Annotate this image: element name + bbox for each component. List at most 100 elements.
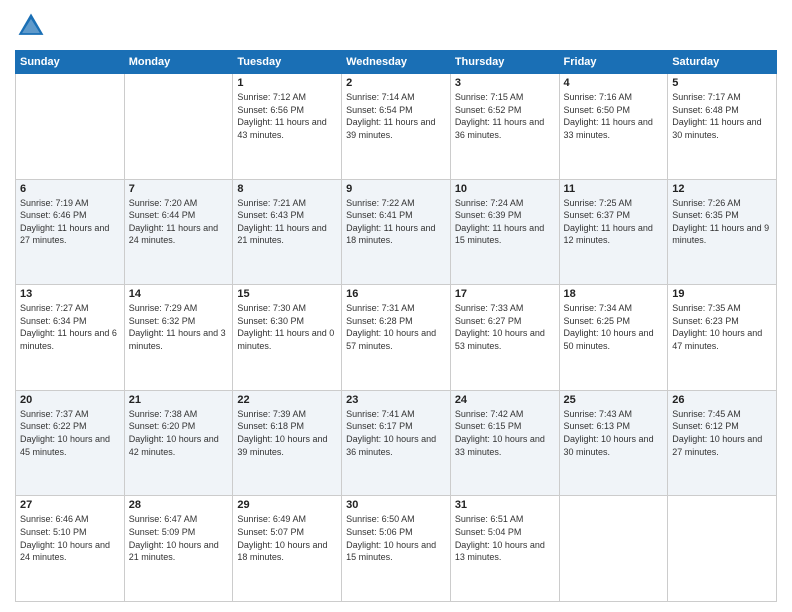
day-number: 14: [129, 288, 229, 300]
day-number: 31: [455, 499, 555, 511]
calendar-cell: 7 Sunrise: 7:20 AM Sunset: 6:44 PM Daylig…: [124, 179, 233, 285]
logo-icon: [15, 10, 47, 42]
day-info: Sunrise: 7:37 AM Sunset: 6:22 PM Dayligh…: [20, 408, 120, 458]
day-info: Sunrise: 7:33 AM Sunset: 6:27 PM Dayligh…: [455, 302, 555, 352]
day-number: 17: [455, 288, 555, 300]
day-info: Sunrise: 7:22 AM Sunset: 6:41 PM Dayligh…: [346, 197, 446, 247]
calendar-cell: 6 Sunrise: 7:19 AM Sunset: 6:46 PM Daylig…: [16, 179, 125, 285]
calendar-cell: [668, 496, 777, 602]
calendar-cell: 27 Sunrise: 6:46 AM Sunset: 5:10 PM Dayli…: [16, 496, 125, 602]
calendar-cell: 18 Sunrise: 7:34 AM Sunset: 6:25 PM Dayli…: [559, 285, 668, 391]
day-info: Sunrise: 7:16 AM Sunset: 6:50 PM Dayligh…: [564, 91, 664, 141]
calendar-cell: 29 Sunrise: 6:49 AM Sunset: 5:07 PM Dayli…: [233, 496, 342, 602]
calendar-cell: 21 Sunrise: 7:38 AM Sunset: 6:20 PM Dayli…: [124, 390, 233, 496]
calendar-cell: 24 Sunrise: 7:42 AM Sunset: 6:15 PM Dayli…: [450, 390, 559, 496]
day-info: Sunrise: 7:25 AM Sunset: 6:37 PM Dayligh…: [564, 197, 664, 247]
day-number: 29: [237, 499, 337, 511]
day-info: Sunrise: 7:15 AM Sunset: 6:52 PM Dayligh…: [455, 91, 555, 141]
day-number: 13: [20, 288, 120, 300]
day-number: 28: [129, 499, 229, 511]
calendar-cell: 31 Sunrise: 6:51 AM Sunset: 5:04 PM Dayli…: [450, 496, 559, 602]
calendar-cell: [16, 74, 125, 180]
calendar-cell: 17 Sunrise: 7:33 AM Sunset: 6:27 PM Dayli…: [450, 285, 559, 391]
day-info: Sunrise: 7:31 AM Sunset: 6:28 PM Dayligh…: [346, 302, 446, 352]
day-number: 24: [455, 394, 555, 406]
day-number: 11: [564, 183, 664, 195]
day-info: Sunrise: 6:47 AM Sunset: 5:09 PM Dayligh…: [129, 513, 229, 563]
weekday-header: Monday: [124, 51, 233, 74]
day-number: 7: [129, 183, 229, 195]
day-number: 6: [20, 183, 120, 195]
calendar-cell: 4 Sunrise: 7:16 AM Sunset: 6:50 PM Daylig…: [559, 74, 668, 180]
weekday-header: Friday: [559, 51, 668, 74]
day-info: Sunrise: 7:29 AM Sunset: 6:32 PM Dayligh…: [129, 302, 229, 352]
calendar-cell: 23Sunrise: 7:41 AM Sunset: 6:17 PM Dayli…: [342, 390, 451, 496]
calendar-week-row: 20Sunrise: 7:37 AM Sunset: 6:22 PM Dayli…: [16, 390, 777, 496]
day-info: Sunrise: 7:45 AM Sunset: 6:12 PM Dayligh…: [672, 408, 772, 458]
day-number: 21: [129, 394, 229, 406]
day-info: Sunrise: 7:34 AM Sunset: 6:25 PM Dayligh…: [564, 302, 664, 352]
day-number: 26: [672, 394, 772, 406]
day-info: Sunrise: 7:19 AM Sunset: 6:46 PM Dayligh…: [20, 197, 120, 247]
calendar-cell: 15 Sunrise: 7:30 AM Sunset: 6:30 PM Dayli…: [233, 285, 342, 391]
day-info: Sunrise: 6:50 AM Sunset: 5:06 PM Dayligh…: [346, 513, 446, 563]
weekday-header: Saturday: [668, 51, 777, 74]
calendar: SundayMondayTuesdayWednesdayThursdayFrid…: [15, 50, 777, 602]
weekday-header: Tuesday: [233, 51, 342, 74]
calendar-week-row: 1 Sunrise: 7:12 AM Sunset: 6:56 PM Daylig…: [16, 74, 777, 180]
day-number: 3: [455, 77, 555, 89]
calendar-cell: [559, 496, 668, 602]
calendar-cell: 25Sunrise: 7:43 AM Sunset: 6:13 PM Dayli…: [559, 390, 668, 496]
day-number: 22: [237, 394, 337, 406]
page: SundayMondayTuesdayWednesdayThursdayFrid…: [0, 0, 792, 612]
day-info: Sunrise: 7:39 AM Sunset: 6:18 PM Dayligh…: [237, 408, 337, 458]
day-info: Sunrise: 7:17 AM Sunset: 6:48 PM Dayligh…: [672, 91, 772, 141]
calendar-cell: 28 Sunrise: 6:47 AM Sunset: 5:09 PM Dayli…: [124, 496, 233, 602]
weekday-header-row: SundayMondayTuesdayWednesdayThursdayFrid…: [16, 51, 777, 74]
calendar-cell: 2 Sunrise: 7:14 AM Sunset: 6:54 PM Daylig…: [342, 74, 451, 180]
day-number: 30: [346, 499, 446, 511]
calendar-week-row: 13Sunrise: 7:27 AM Sunset: 6:34 PM Dayli…: [16, 285, 777, 391]
weekday-header: Sunday: [16, 51, 125, 74]
day-number: 18: [564, 288, 664, 300]
day-number: 27: [20, 499, 120, 511]
logo: [15, 10, 51, 42]
calendar-cell: 12Sunrise: 7:26 AM Sunset: 6:35 PM Dayli…: [668, 179, 777, 285]
day-info: Sunrise: 7:20 AM Sunset: 6:44 PM Dayligh…: [129, 197, 229, 247]
calendar-cell: 3 Sunrise: 7:15 AM Sunset: 6:52 PM Daylig…: [450, 74, 559, 180]
day-info: Sunrise: 7:14 AM Sunset: 6:54 PM Dayligh…: [346, 91, 446, 141]
day-info: Sunrise: 7:30 AM Sunset: 6:30 PM Dayligh…: [237, 302, 337, 352]
day-number: 4: [564, 77, 664, 89]
day-number: 8: [237, 183, 337, 195]
weekday-header: Wednesday: [342, 51, 451, 74]
day-info: Sunrise: 7:38 AM Sunset: 6:20 PM Dayligh…: [129, 408, 229, 458]
day-number: 15: [237, 288, 337, 300]
calendar-week-row: 6 Sunrise: 7:19 AM Sunset: 6:46 PM Daylig…: [16, 179, 777, 285]
day-number: 10: [455, 183, 555, 195]
day-number: 23: [346, 394, 446, 406]
day-info: Sunrise: 7:21 AM Sunset: 6:43 PM Dayligh…: [237, 197, 337, 247]
weekday-header: Thursday: [450, 51, 559, 74]
day-info: Sunrise: 6:51 AM Sunset: 5:04 PM Dayligh…: [455, 513, 555, 563]
calendar-cell: 22 Sunrise: 7:39 AM Sunset: 6:18 PM Dayli…: [233, 390, 342, 496]
calendar-cell: 10Sunrise: 7:24 AM Sunset: 6:39 PM Dayli…: [450, 179, 559, 285]
day-number: 25: [564, 394, 664, 406]
calendar-cell: 26 Sunrise: 7:45 AM Sunset: 6:12 PM Dayli…: [668, 390, 777, 496]
day-number: 1: [237, 77, 337, 89]
day-info: Sunrise: 6:46 AM Sunset: 5:10 PM Dayligh…: [20, 513, 120, 563]
day-number: 19: [672, 288, 772, 300]
calendar-cell: 8 Sunrise: 7:21 AM Sunset: 6:43 PM Daylig…: [233, 179, 342, 285]
day-number: 2: [346, 77, 446, 89]
day-info: Sunrise: 7:42 AM Sunset: 6:15 PM Dayligh…: [455, 408, 555, 458]
day-info: Sunrise: 7:12 AM Sunset: 6:56 PM Dayligh…: [237, 91, 337, 141]
calendar-cell: 13Sunrise: 7:27 AM Sunset: 6:34 PM Dayli…: [16, 285, 125, 391]
calendar-cell: 9Sunrise: 7:22 AM Sunset: 6:41 PM Daylig…: [342, 179, 451, 285]
day-info: Sunrise: 6:49 AM Sunset: 5:07 PM Dayligh…: [237, 513, 337, 563]
calendar-cell: [124, 74, 233, 180]
day-number: 16: [346, 288, 446, 300]
calendar-cell: 19Sunrise: 7:35 AM Sunset: 6:23 PM Dayli…: [668, 285, 777, 391]
day-number: 5: [672, 77, 772, 89]
calendar-cell: 11 Sunrise: 7:25 AM Sunset: 6:37 PM Dayli…: [559, 179, 668, 285]
calendar-week-row: 27 Sunrise: 6:46 AM Sunset: 5:10 PM Dayli…: [16, 496, 777, 602]
calendar-cell: 5 Sunrise: 7:17 AM Sunset: 6:48 PM Daylig…: [668, 74, 777, 180]
